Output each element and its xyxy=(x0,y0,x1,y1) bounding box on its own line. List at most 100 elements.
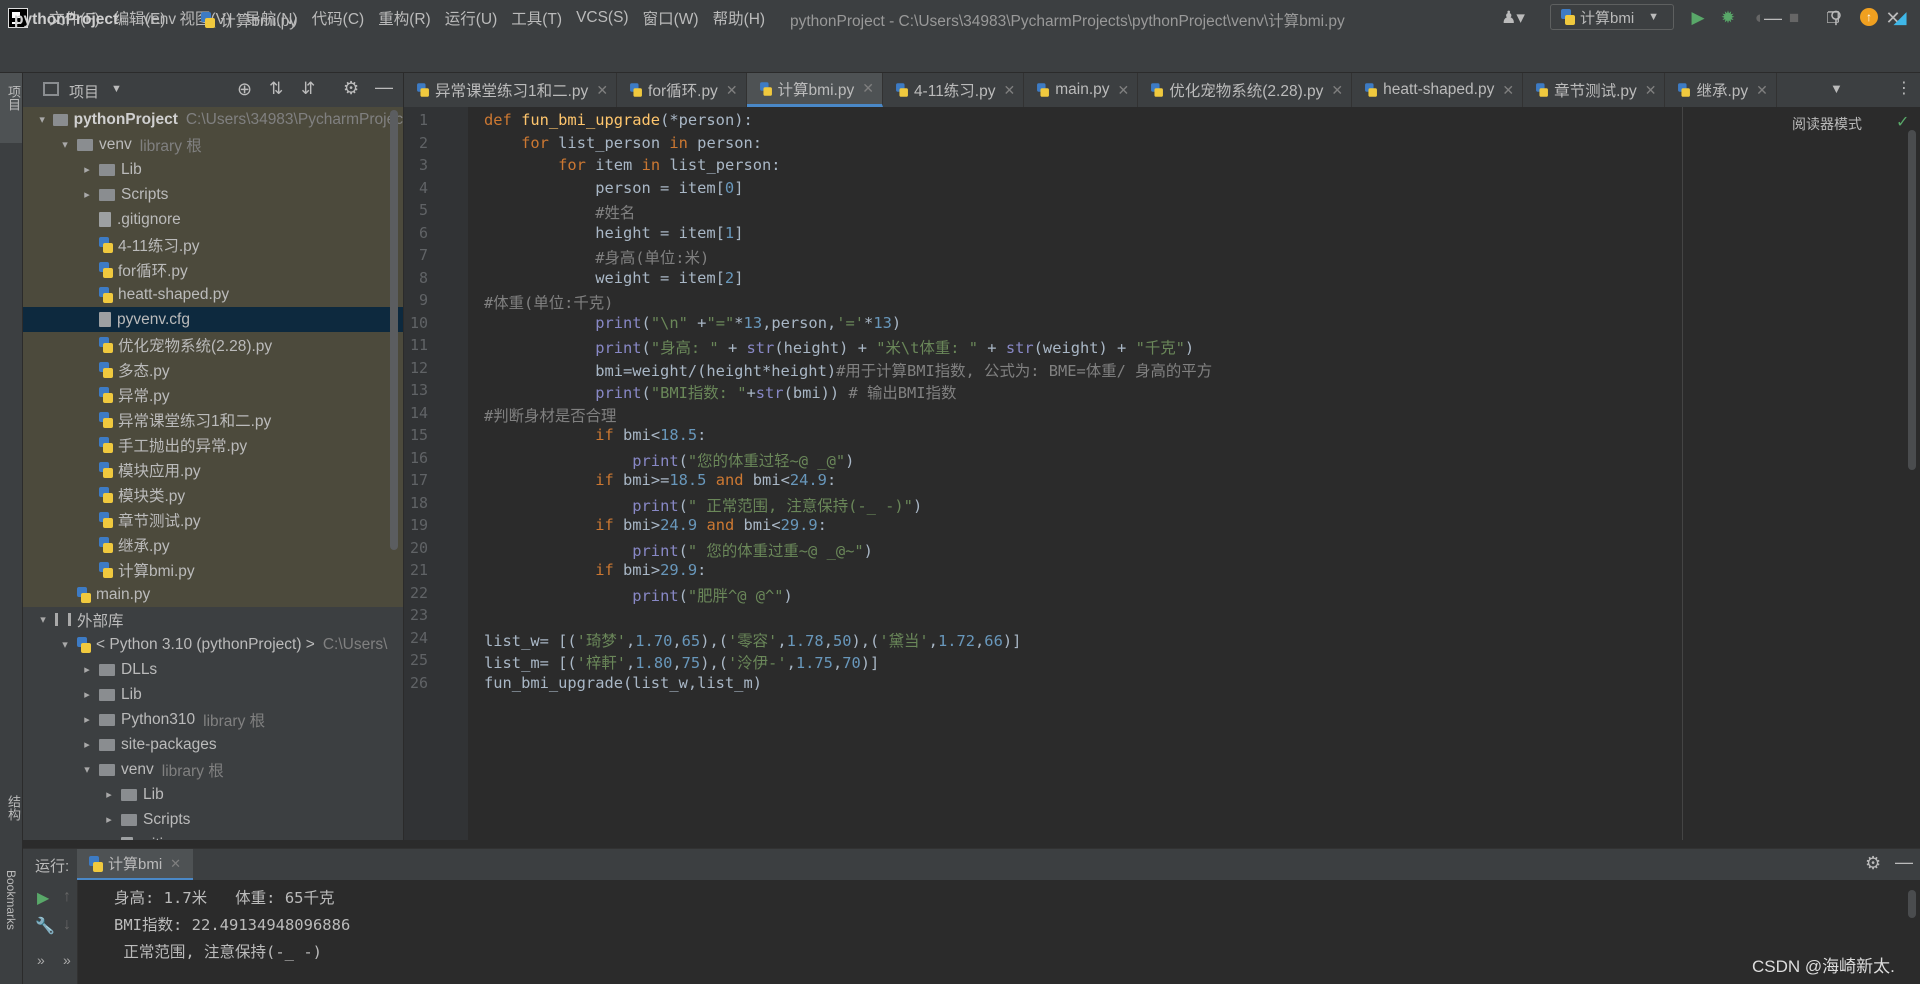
menu-help[interactable]: 帮助(H) xyxy=(706,7,773,29)
editor-tab[interactable]: 异常课堂练习1和二.py ✕ xyxy=(404,73,618,107)
down-arrow-icon[interactable]: ↓ xyxy=(63,916,71,934)
console-scrollbar[interactable] xyxy=(1908,890,1916,918)
editor-tab[interactable]: for循环.py ✕ xyxy=(617,73,747,107)
chevron-right-icon[interactable]: ▸ xyxy=(79,188,95,201)
tree-item[interactable]: ▸ Lib xyxy=(23,157,403,182)
run-output-console[interactable] xyxy=(78,880,1920,984)
run-config-select[interactable]: 计算bmi ▼ xyxy=(1550,4,1674,30)
menu-tools[interactable]: 工具(T) xyxy=(504,7,569,29)
tab-overflow-icon[interactable]: ▼ xyxy=(1830,81,1843,96)
menu-refactor[interactable]: 重构(R) xyxy=(371,7,438,29)
code-line[interactable]: if bmi>29.9: xyxy=(484,561,706,579)
close-tab-icon[interactable]: ✕ xyxy=(1118,82,1130,99)
chevron-down-icon[interactable]: ▾ xyxy=(57,138,73,151)
tree-item[interactable]: 异常.py xyxy=(23,382,403,407)
tree-item[interactable]: .gitignore xyxy=(23,832,403,840)
code-line[interactable]: person = item[0] xyxy=(484,179,743,197)
tree-item[interactable]: ▸ Lib xyxy=(23,682,403,707)
code-line[interactable]: print("BMI指数: "+str(bmi)) # 输出BMI指数 xyxy=(484,381,956,403)
menu-window[interactable]: 窗口(W) xyxy=(636,7,706,29)
chevron-right-icon[interactable]: ▸ xyxy=(79,663,95,676)
chevron-down-icon[interactable]: ▾ xyxy=(79,763,95,776)
tree-item[interactable]: 模块应用.py xyxy=(23,457,403,482)
code-line[interactable]: #体重(单位:千克) xyxy=(484,291,613,313)
editor-scrollbar[interactable] xyxy=(1908,130,1916,470)
editor-tab[interactable]: 优化宠物系统(2.28).py ✕ xyxy=(1138,73,1353,107)
tree-item[interactable]: 模块类.py xyxy=(23,482,403,507)
gear-icon[interactable]: ⚙ xyxy=(1865,853,1881,874)
chevron-down-icon[interactable]: ▾ xyxy=(35,113,49,126)
chevron-down-icon[interactable]: ▼ xyxy=(111,83,122,95)
breadcrumb-file[interactable]: 计算bmi.py xyxy=(220,9,297,31)
close-tab-icon[interactable]: ✕ xyxy=(1502,82,1514,99)
close-tab-icon[interactable]: ✕ xyxy=(1004,82,1016,99)
tree-item[interactable]: ▸ site-packages xyxy=(23,732,403,757)
coverage-icon[interactable]: ◐ xyxy=(1750,8,1770,28)
close-tab-icon[interactable]: ✕ xyxy=(726,82,738,99)
locate-icon[interactable]: ⊕ xyxy=(237,79,252,100)
tree-item[interactable]: ▾ venv library 根 xyxy=(23,757,403,782)
editor-tab[interactable]: 4-11练习.py ✕ xyxy=(883,73,1025,107)
chevron-right-icon[interactable]: ▸ xyxy=(79,688,95,701)
code-line[interactable]: def fun_bmi_upgrade(*person): xyxy=(484,111,753,129)
more-options-icon[interactable]: ⋮ xyxy=(1896,78,1912,98)
reader-mode-button[interactable]: 阅读器模式 xyxy=(1792,114,1862,134)
chevron-right-icon[interactable]: ▸ xyxy=(101,813,117,826)
code-line[interactable]: weight = item[2] xyxy=(484,269,743,287)
chevron-right-icon[interactable]: ▸ xyxy=(79,163,95,176)
tree-item[interactable]: ▾ pythonProject C:\Users\34983\PycharmProj… xyxy=(23,107,403,132)
run-icon[interactable]: ▶ xyxy=(1688,8,1708,28)
tree-item[interactable]: 4-11练习.py xyxy=(23,232,403,257)
close-tab-icon[interactable]: ✕ xyxy=(862,80,874,97)
tree-item[interactable]: ▾ < Python 3.10 (pythonProject) > C:\Users… xyxy=(23,632,403,657)
debug-icon[interactable]: ✹ xyxy=(1718,8,1738,28)
close-tab-icon[interactable]: ✕ xyxy=(1645,82,1657,99)
expand-all-icon[interactable]: ⇅ xyxy=(269,79,283,99)
code-line[interactable]: print("\n" +"="*13,person,'='*13) xyxy=(484,314,901,332)
up-arrow-icon[interactable]: ↑ xyxy=(63,888,71,906)
code-line[interactable]: list_w= [('琦梦',1.70,65),('零容',1.78,50),(… xyxy=(484,629,1021,651)
menu-code[interactable]: 代码(C) xyxy=(305,7,372,29)
hide-panel-icon[interactable]: — xyxy=(375,77,393,98)
code-line[interactable]: fun_bmi_upgrade(list_w,list_m) xyxy=(484,674,762,692)
code-line[interactable]: print("您的体重过轻~@ _@") xyxy=(484,449,854,471)
code-line[interactable]: if bmi>24.9 and bmi<29.9: xyxy=(484,516,827,534)
tree-item[interactable]: 多态.py xyxy=(23,357,403,382)
more-left-icon[interactable]: » xyxy=(37,952,45,968)
editor-tab[interactable]: heatt-shaped.py ✕ xyxy=(1352,73,1524,107)
code-line[interactable]: list_m= [('梓軒',1.80,75),('泠伊-',1.75,70)] xyxy=(484,651,879,673)
chevron-right-icon[interactable]: ▸ xyxy=(79,738,95,751)
update-icon[interactable]: ↑ xyxy=(1860,8,1878,26)
wrench-icon[interactable]: 🔧 xyxy=(35,916,55,936)
collapse-all-icon[interactable]: ⇵ xyxy=(301,79,315,99)
code-line[interactable]: if bmi>=18.5 and bmi<24.9: xyxy=(484,471,836,489)
tree-item[interactable]: main.py xyxy=(23,582,403,607)
code-line[interactable]: height = item[1] xyxy=(484,224,743,242)
code-line[interactable]: #身高(单位:米) xyxy=(484,246,709,268)
tree-scrollbar[interactable] xyxy=(390,110,398,550)
stop-icon[interactable]: ■ xyxy=(1784,8,1804,28)
tree-item[interactable]: ▾ venv library 根 xyxy=(23,132,403,157)
tree-item[interactable]: 异常课堂练习1和二.py xyxy=(23,407,403,432)
code-line[interactable]: if bmi<18.5: xyxy=(484,426,706,444)
tree-item[interactable]: 优化宠物系统(2.28).py xyxy=(23,332,403,357)
close-tab-icon[interactable]: ✕ xyxy=(1756,82,1768,99)
tree-item[interactable]: ▸ Scripts xyxy=(23,807,403,832)
chevron-right-icon[interactable]: ▸ xyxy=(79,713,95,726)
chevron-down-icon[interactable]: ▾ xyxy=(57,638,73,651)
user-icon[interactable]: ♟▾ xyxy=(1496,8,1530,28)
project-panel-title[interactable]: 项目 xyxy=(69,81,99,102)
rerun-icon[interactable]: ▶ xyxy=(37,888,49,908)
tree-item[interactable]: 手工抛出的异常.py xyxy=(23,432,403,457)
tree-item[interactable]: 章节测试.py xyxy=(23,507,403,532)
close-tab-icon[interactable]: ✕ xyxy=(596,82,608,99)
tree-item[interactable]: pyvenv.cfg xyxy=(23,307,403,332)
code-line[interactable]: #姓名 xyxy=(484,201,635,223)
jetbrains-icon[interactable]: ◢ xyxy=(1890,8,1910,28)
tree-item[interactable]: .gitignore xyxy=(23,207,403,232)
code-line[interactable]: for item in list_person: xyxy=(484,156,780,174)
tree-item[interactable]: ▸ Scripts xyxy=(23,182,403,207)
tree-item[interactable]: 继承.py xyxy=(23,532,403,557)
code-line[interactable]: print("身高: " + str(height) + "米\t体重: " +… xyxy=(484,336,1194,358)
breadcrumb-venv[interactable]: venv xyxy=(143,11,176,29)
